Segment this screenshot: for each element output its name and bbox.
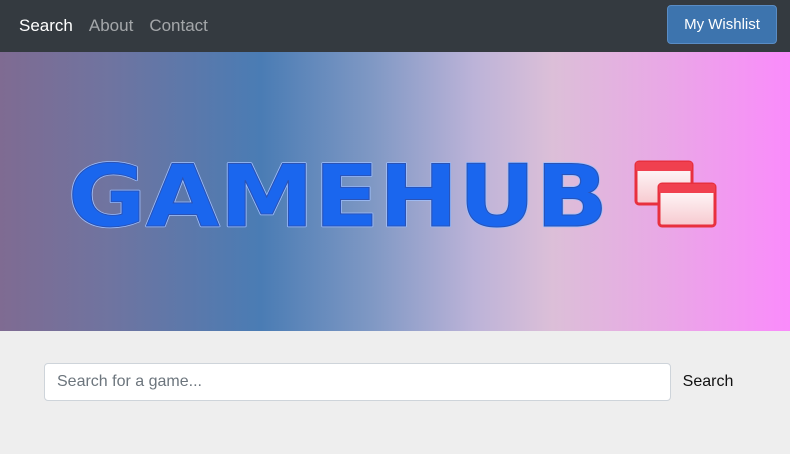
nav-link-about[interactable]: About xyxy=(89,16,133,36)
search-button[interactable]: Search xyxy=(671,363,745,401)
logo-text-outline: GAMEHUB xyxy=(68,148,608,247)
gamehub-logo: GAMEHUB GAMEHUB xyxy=(67,148,717,248)
nav-link-contact[interactable]: Contact xyxy=(149,16,208,36)
search-area: Search xyxy=(0,331,790,454)
nav-link-search[interactable]: Search xyxy=(19,16,73,36)
nav-links: Search About Contact xyxy=(19,16,224,36)
window-stack-icon xyxy=(634,160,717,228)
top-navbar: Search About Contact My Wishlist xyxy=(0,0,790,52)
my-wishlist-button[interactable]: My Wishlist xyxy=(667,5,777,44)
hero-banner: GAMEHUB GAMEHUB xyxy=(0,52,790,331)
game-search-input[interactable] xyxy=(44,363,671,401)
